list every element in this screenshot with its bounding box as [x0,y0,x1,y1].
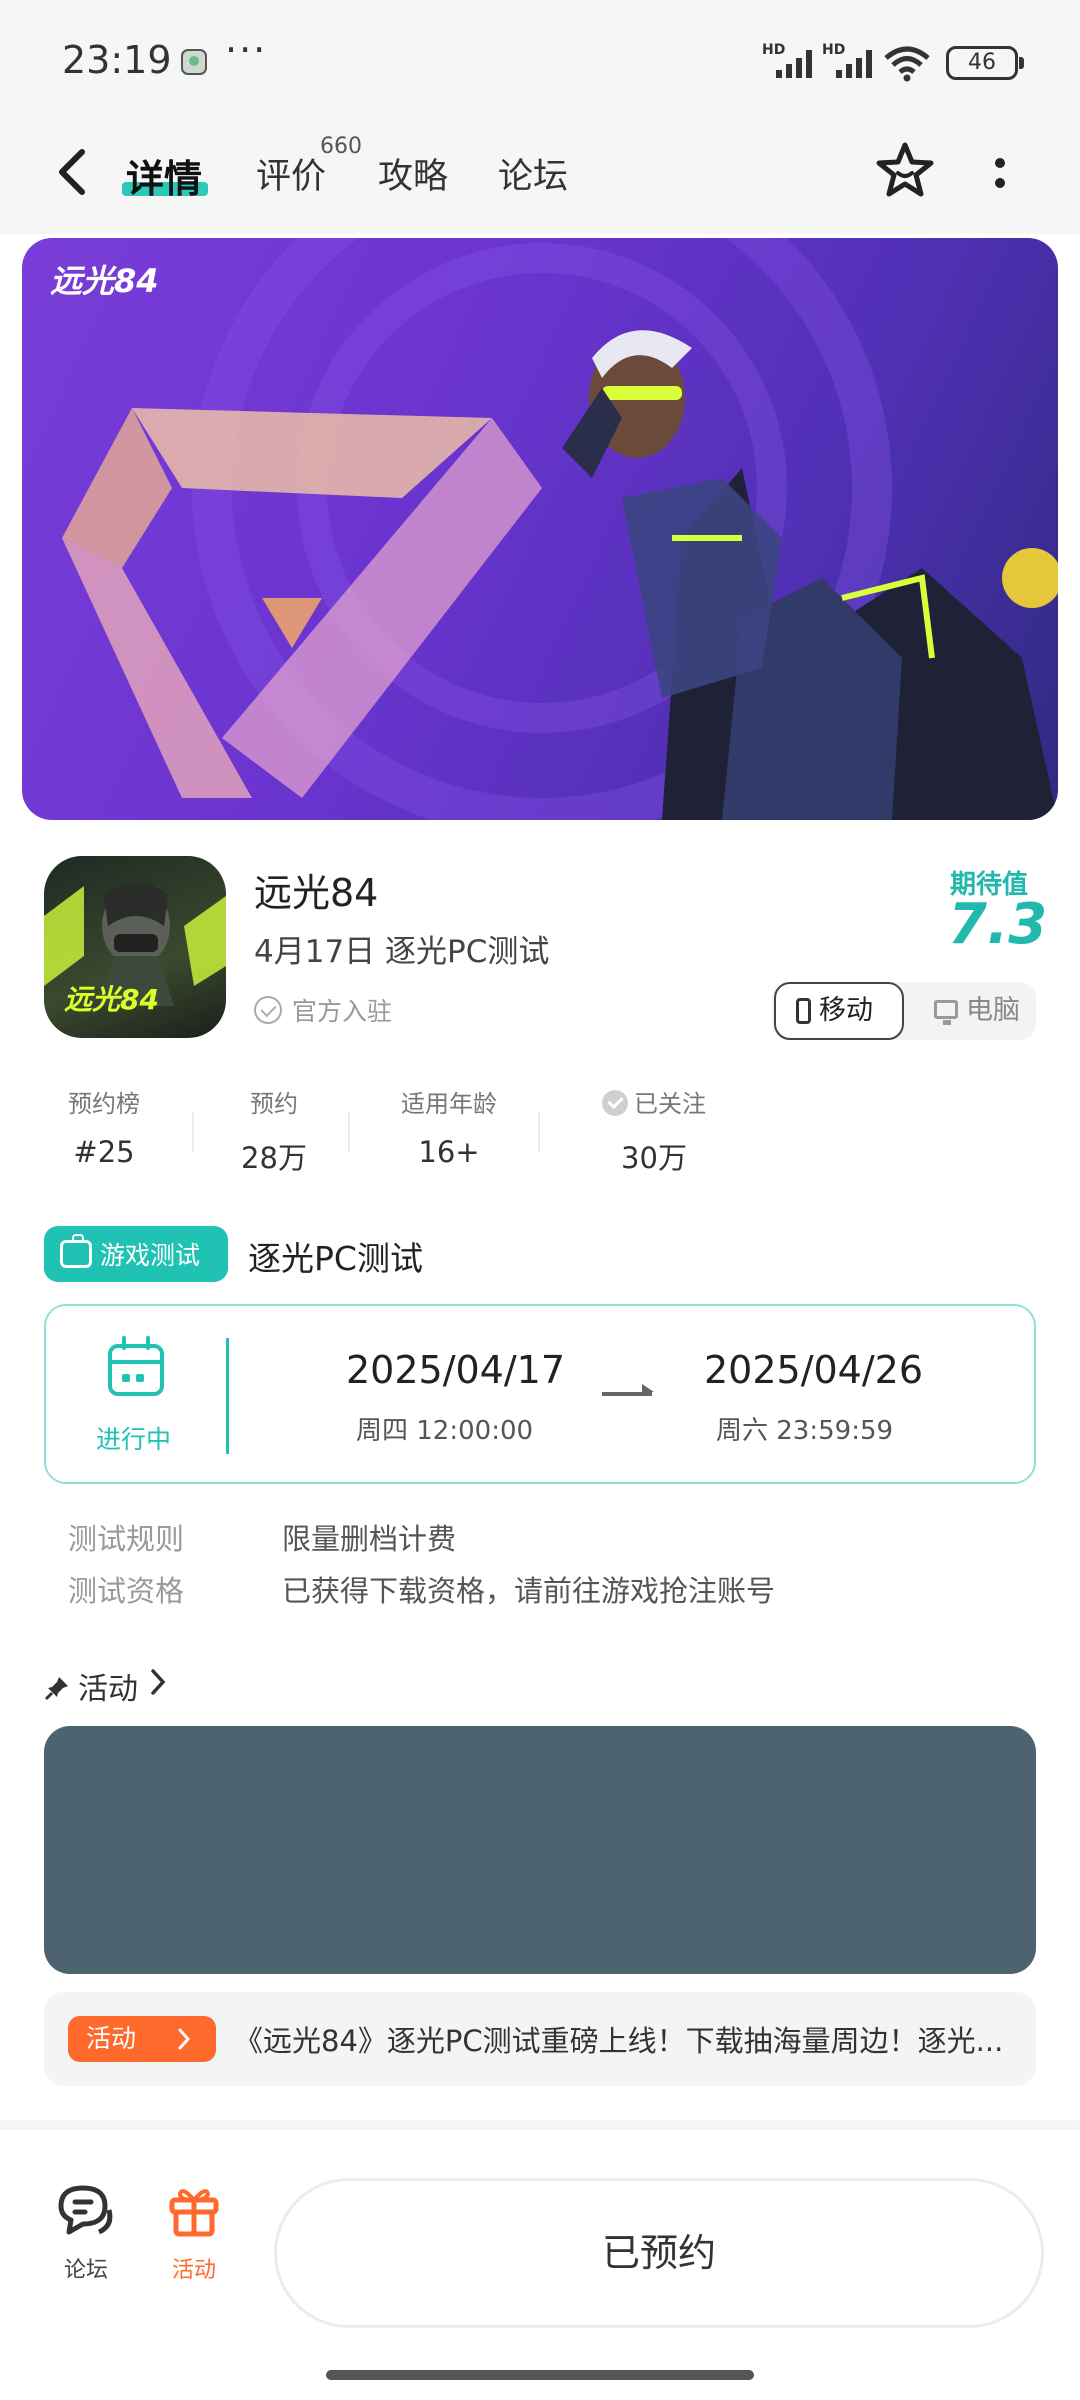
divider [226,1338,229,1454]
stat-followers[interactable]: 已关注 30万 [574,1084,734,1177]
app-icon: 远光84 [44,856,226,1038]
divider [348,1112,350,1152]
bottom-forum-button[interactable]: 论坛 [46,2182,126,2284]
battery-indicator: 46 [946,46,1024,80]
game-banner[interactable]: 远光84 [22,238,1058,820]
gallery-notification-icon [180,48,208,80]
back-arrow-icon[interactable] [52,144,92,200]
end-time: 周六 23:59:59 [716,1416,894,1446]
game-test-label: 游戏测试 [100,1241,201,1270]
activity-news-text: 《远光84》逐光PC测试重磅上线！下载抽海量周边！逐光... [234,2024,1004,2058]
end-date: 2025/04/26 [704,1348,924,1392]
chevron-right-icon [176,2016,192,2077]
divider [192,1112,194,1152]
app-icon-logo: 远光84 [64,983,159,1016]
status-time: 23:19 [62,38,172,82]
activity-banner[interactable] [44,1726,1036,1974]
official-badge: 官方入驻 [254,992,392,1028]
game-test-chip: 游戏测试 [44,1226,228,1282]
test-period-card: 进行中 2025/04/17 周四 12:00:00 2025/04/26 周六… [44,1304,1036,1484]
banner-artwork [62,238,1058,820]
platform-pc-button[interactable]: 电脑 [922,982,1034,1040]
reserved-button[interactable]: 已预约 [274,2178,1044,2328]
arrow-right-icon [602,1384,654,1396]
tab-reviews[interactable]: 评价 [256,148,326,199]
app-subtitle: 4月17日 逐光PC测试 [254,934,550,970]
activity-news-item[interactable]: 活动 《远光84》逐光PC测试重磅上线！下载抽海量周边！逐光... [44,1992,1036,2086]
signal-1-icon: HD [762,42,814,78]
activity-header[interactable]: 活动 [44,1664,168,1708]
stat-reservations: 预约 28万 [241,1090,307,1175]
section-divider [0,2120,1080,2130]
calendar-icon [108,1336,164,1396]
expectation-score: 7.3 [948,892,1048,957]
test-title: 逐光PC测试 [248,1239,423,1278]
tab-guides[interactable]: 攻略 [378,148,448,199]
reviews-count-badge: 660 [320,134,362,159]
platform-pc-label: 电脑 [966,995,1020,1026]
wifi-icon [882,44,932,86]
banner-logo: 远光84 [50,262,159,300]
forum-chat-icon [55,2185,117,2242]
pin-icon [44,1674,68,1701]
app-title: 远光84 [254,871,379,915]
test-status: 进行中 [96,1425,172,1454]
divider [538,1112,540,1152]
more-options-icon[interactable] [990,150,1010,200]
activity-heading: 活动 [78,1672,138,1707]
start-date: 2025/04/17 [346,1348,566,1392]
platform-mobile-label: 移动 [819,995,873,1026]
start-time: 周四 12:00:00 [356,1416,534,1446]
followed-check-icon [602,1090,628,1116]
signal-2-icon: HD [822,42,874,78]
gift-icon [166,2189,222,2242]
chevron-right-icon [148,1667,168,1705]
more-notifications-icon: ··· [225,28,268,72]
top-navigation: 详情 评价 660 攻略 论坛 [0,120,1080,234]
tab-details[interactable]: 详情 [126,148,202,203]
platform-switch: 移动 电脑 [772,982,1036,1040]
bottom-action-bar: 论坛 活动 已预约 [0,2130,1080,2400]
phone-icon [796,998,811,1024]
tab-forum[interactable]: 论坛 [498,148,568,199]
status-bar: 23:19 ··· HD HD 46 [0,0,1080,120]
activity-tag: 活动 [68,2016,216,2062]
favorite-star-icon[interactable] [874,140,936,202]
bottom-activity-button[interactable]: 活动 [154,2182,234,2284]
activity-label: 活动 [171,2258,216,2283]
official-label: 官方入驻 [292,997,393,1026]
stats-row: 预约榜 #25 预约 28万 适用年龄 16+ 已关注 30万 [44,1084,1044,1177]
verified-check-icon [254,996,282,1024]
monitor-icon [934,999,958,1025]
platform-mobile-button[interactable]: 移动 [774,982,904,1040]
robot-icon [60,1234,92,1268]
stat-age-rating[interactable]: 适用年龄 16+ [374,1084,524,1169]
stat-ranking[interactable]: 预约榜 #25 [44,1084,164,1169]
forum-label: 论坛 [63,2258,108,2283]
home-indicator[interactable] [326,2370,754,2380]
